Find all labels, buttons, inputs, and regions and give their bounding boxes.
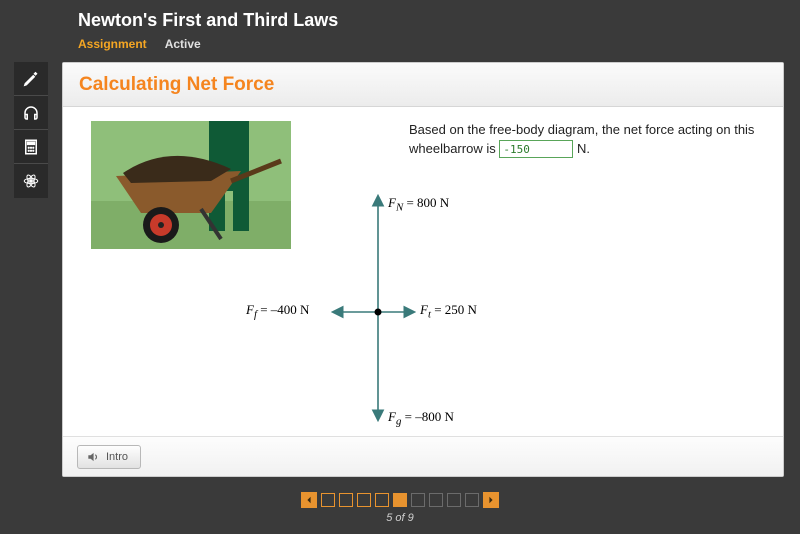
tab-active[interactable]: Active <box>165 37 201 51</box>
pager-step-2[interactable] <box>339 493 353 507</box>
calculator-icon <box>22 138 40 156</box>
pencil-icon <box>22 70 40 88</box>
answer-input[interactable] <box>499 140 573 158</box>
pager-step-7[interactable] <box>429 493 443 507</box>
fbd-ft-label: Ft = 250 N <box>420 302 477 321</box>
intro-button[interactable]: Intro <box>77 445 141 469</box>
fbd-fg-label: Fg = –800 N <box>388 409 454 428</box>
tool-sidebar <box>14 62 48 198</box>
card-title: Calculating Net Force <box>63 63 783 107</box>
audio-tool-button[interactable] <box>14 96 48 130</box>
pager-text: 5 of 9 <box>386 512 414 524</box>
header-tabs: Assignment Active <box>78 37 800 51</box>
lesson-card: Calculating Net Force Based on the free-… <box>62 62 784 477</box>
pager-step-9[interactable] <box>465 493 479 507</box>
pager: 5 of 9 <box>0 492 800 524</box>
card-body: Based on the free-body diagram, the net … <box>63 107 783 437</box>
pager-step-5[interactable] <box>393 493 407 507</box>
page-title: Newton's First and Third Laws <box>78 10 800 31</box>
question-text: Based on the free-body diagram, the net … <box>409 121 769 159</box>
chevron-left-icon <box>305 496 313 504</box>
pager-step-8[interactable] <box>447 493 461 507</box>
headphones-icon <box>22 104 40 122</box>
chevron-right-icon <box>487 496 495 504</box>
card-footer: Intro <box>63 436 783 476</box>
fbd-ff-label: Ff = –400 N <box>246 302 309 321</box>
pencil-tool-button[interactable] <box>14 62 48 96</box>
pager-step-6[interactable] <box>411 493 425 507</box>
pager-prev-button[interactable] <box>301 492 317 508</box>
intro-label: Intro <box>106 451 128 463</box>
fbd-fn-label: FN = 800 N <box>388 195 449 214</box>
atom-icon <box>22 172 40 190</box>
speaker-icon <box>86 450 100 464</box>
calculator-tool-button[interactable] <box>14 130 48 164</box>
pager-step-1[interactable] <box>321 493 335 507</box>
reference-tool-button[interactable] <box>14 164 48 198</box>
pager-step-3[interactable] <box>357 493 371 507</box>
question-post: N. <box>573 141 590 156</box>
free-body-diagram: FN = 800 N Ff = –400 N Ft = 250 N Fg = –… <box>228 187 488 427</box>
tab-assignment[interactable]: Assignment <box>78 37 147 51</box>
pager-next-button[interactable] <box>483 492 499 508</box>
pager-step-4[interactable] <box>375 493 389 507</box>
